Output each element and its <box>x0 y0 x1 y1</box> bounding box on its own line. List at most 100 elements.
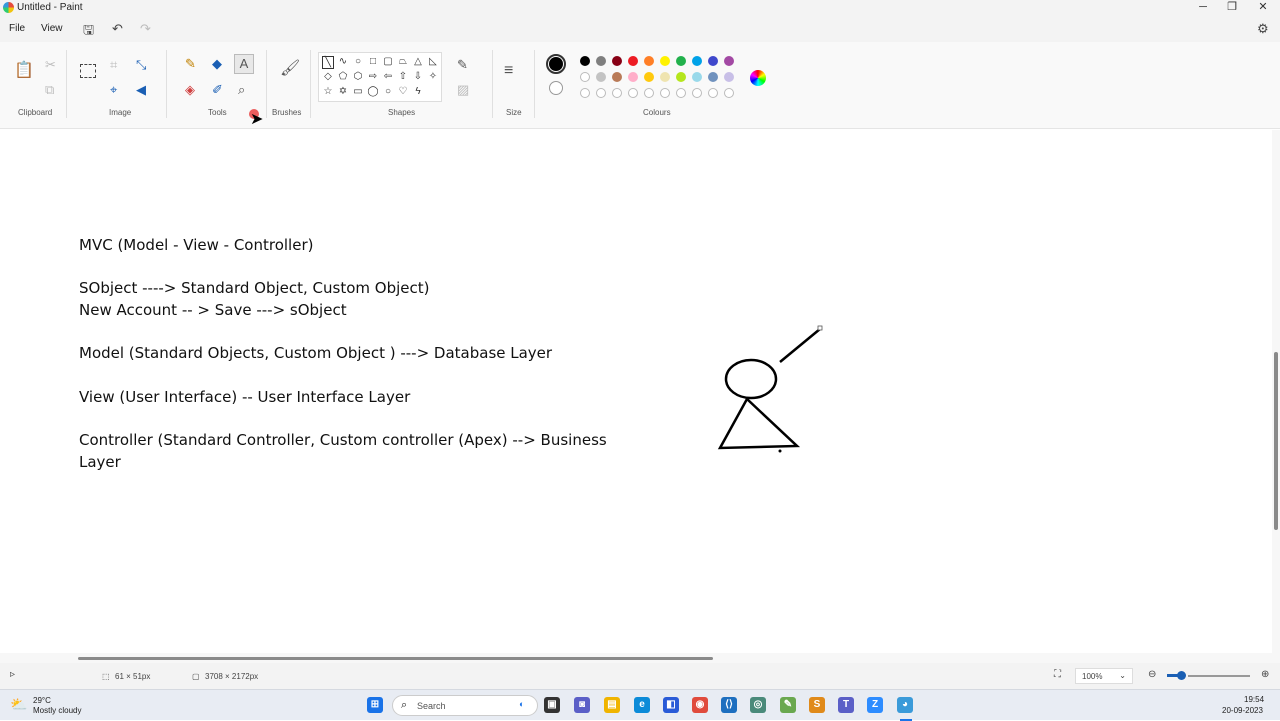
teams-icon[interactable]: T <box>838 697 854 713</box>
sublime-icon[interactable]: S <box>809 697 825 713</box>
redo-icon[interactable]: ↷ <box>140 21 151 37</box>
color-swatch[interactable] <box>660 56 670 66</box>
eraser-icon[interactable]: ◈ <box>185 83 195 97</box>
file-menu[interactable]: File <box>9 23 25 34</box>
zoom-slider-track[interactable] <box>1188 675 1250 677</box>
color-swatch[interactable] <box>596 56 606 66</box>
color-picker-icon[interactable]: ✐ <box>212 83 223 97</box>
crop-icon[interactable]: ⌗ <box>110 58 117 72</box>
restore-button[interactable]: ❐ <box>1217 0 1247 16</box>
vertical-scrollbar[interactable] <box>1272 130 1280 653</box>
horizontal-scrollbar[interactable] <box>0 653 1280 663</box>
color-swatch[interactable] <box>644 56 654 66</box>
lightning-shape-icon[interactable]: ϟ <box>412 86 424 97</box>
chat-icon[interactable]: ◙ <box>574 697 590 713</box>
zoom-slider-thumb[interactable] <box>1177 671 1186 680</box>
custom-color-slot[interactable] <box>580 88 590 98</box>
paint-taskbar-icon[interactable]: ◕ <box>897 697 913 713</box>
color-swatch[interactable] <box>724 56 734 66</box>
line-shape-icon[interactable]: ╲ <box>322 56 334 69</box>
color-swatch[interactable] <box>612 56 622 66</box>
pentagon-shape-icon[interactable]: ⬠ <box>337 71 349 82</box>
paste-icon[interactable]: 📋 <box>14 63 34 79</box>
copy-icon[interactable]: ⧉ <box>45 83 54 97</box>
close-button[interactable]: ✕ <box>1248 0 1278 16</box>
color-swatch[interactable] <box>692 72 702 82</box>
color-swatch[interactable] <box>612 72 622 82</box>
hexagon-shape-icon[interactable]: ⬡ <box>352 71 364 82</box>
resize-icon[interactable]: ⤡ <box>136 58 146 72</box>
fill-icon[interactable]: ▨ <box>457 83 469 97</box>
curve-shape-icon[interactable]: ∿ <box>337 56 349 67</box>
up-arrow-shape-icon[interactable]: ⇧ <box>397 71 409 82</box>
cloud-callout-shape-icon[interactable]: ○ <box>382 86 394 97</box>
zoom-dropdown[interactable]: 100% ⌄ <box>1075 668 1133 684</box>
color-swatch[interactable] <box>628 56 638 66</box>
secondary-color[interactable] <box>549 81 563 95</box>
rotate-icon[interactable]: ◀ <box>136 83 146 97</box>
custom-color-slot[interactable] <box>676 88 686 98</box>
custom-color-slot[interactable] <box>660 88 670 98</box>
taskbar-search[interactable]: ⌕ Search ◐ <box>392 695 538 716</box>
text-tool-icon[interactable]: A <box>234 54 254 74</box>
chrome-icon[interactable]: ◉ <box>692 697 708 713</box>
edit-colors-icon[interactable] <box>750 70 766 86</box>
triangle-shape-icon[interactable]: △ <box>412 56 424 67</box>
vertical-scroll-thumb[interactable] <box>1274 352 1278 530</box>
primary-color[interactable] <box>546 54 566 74</box>
zoom-in-icon[interactable]: ⊕ <box>1261 669 1269 680</box>
color-swatch[interactable] <box>692 56 702 66</box>
custom-color-slot[interactable] <box>628 88 638 98</box>
color-swatch[interactable] <box>708 56 718 66</box>
custom-color-slot[interactable] <box>596 88 606 98</box>
color-swatch[interactable] <box>644 72 654 82</box>
rounded-callout-shape-icon[interactable]: ▭ <box>352 86 364 97</box>
view-menu[interactable]: View <box>41 23 63 34</box>
color-swatch[interactable] <box>596 72 606 82</box>
custom-color-slot[interactable] <box>644 88 654 98</box>
oval-shape-icon[interactable]: ○ <box>352 56 364 67</box>
color-swatch[interactable] <box>660 72 670 82</box>
weather-icon[interactable]: ⛅ <box>10 696 27 713</box>
save-icon[interactable]: 🖫 <box>83 21 94 43</box>
fit-to-window-icon[interactable]: ⛶ <box>1054 669 1061 680</box>
color-swatch[interactable] <box>708 72 718 82</box>
task-view-icon[interactable]: ▣ <box>544 697 560 713</box>
left-arrow-shape-icon[interactable]: ⇦ <box>382 71 394 82</box>
color-swatch[interactable] <box>580 56 590 66</box>
undo-icon[interactable]: ↶ <box>112 21 123 37</box>
color-swatch[interactable] <box>724 72 734 82</box>
right-triangle-shape-icon[interactable]: ◺ <box>427 56 439 67</box>
custom-color-slot[interactable] <box>692 88 702 98</box>
pencil-icon[interactable]: ✎ <box>185 57 196 71</box>
weather-description[interactable]: Mostly cloudy <box>33 706 81 715</box>
drawing-canvas[interactable]: MVC (Model - View - Controller) SObject … <box>0 130 1272 653</box>
outline-icon[interactable]: ✎ <box>457 58 468 72</box>
color-swatch[interactable] <box>676 56 686 66</box>
minimize-button[interactable]: ─ <box>1188 0 1218 16</box>
custom-color-slot[interactable] <box>708 88 718 98</box>
weather-temperature[interactable]: 29°C <box>33 696 51 705</box>
color-swatch[interactable] <box>580 72 590 82</box>
four-point-star-shape-icon[interactable]: ✧ <box>427 71 439 82</box>
app-icon[interactable]: ◎ <box>750 697 766 713</box>
size-lines-icon[interactable]: ≡ <box>504 63 513 79</box>
five-point-star-shape-icon[interactable]: ☆ <box>322 86 334 97</box>
right-arrow-shape-icon[interactable]: ⇨ <box>367 71 379 82</box>
oval-callout-shape-icon[interactable]: ◯ <box>367 86 379 97</box>
rounded-rectangle-shape-icon[interactable]: ▢ <box>382 56 394 67</box>
down-arrow-shape-icon[interactable]: ⇩ <box>412 71 424 82</box>
diamond-shape-icon[interactable]: ◇ <box>322 71 334 82</box>
start-windows-icon[interactable]: ⊞ <box>367 697 383 713</box>
six-point-star-shape-icon[interactable]: ✡ <box>337 86 349 97</box>
custom-color-slot[interactable] <box>612 88 622 98</box>
edge-icon[interactable]: e <box>634 697 650 713</box>
image-search-icon[interactable]: ⌖ <box>110 83 117 97</box>
vscode-icon[interactable]: ⟨⟩ <box>721 697 737 713</box>
custom-color-slot[interactable] <box>724 88 734 98</box>
heart-shape-icon[interactable]: ♡ <box>397 86 409 97</box>
polygon-shape-icon[interactable]: ⏢ <box>397 56 409 67</box>
color-swatch[interactable] <box>628 72 638 82</box>
cut-icon[interactable]: ✂ <box>45 58 56 72</box>
file-explorer-icon[interactable]: ▤ <box>604 697 620 713</box>
